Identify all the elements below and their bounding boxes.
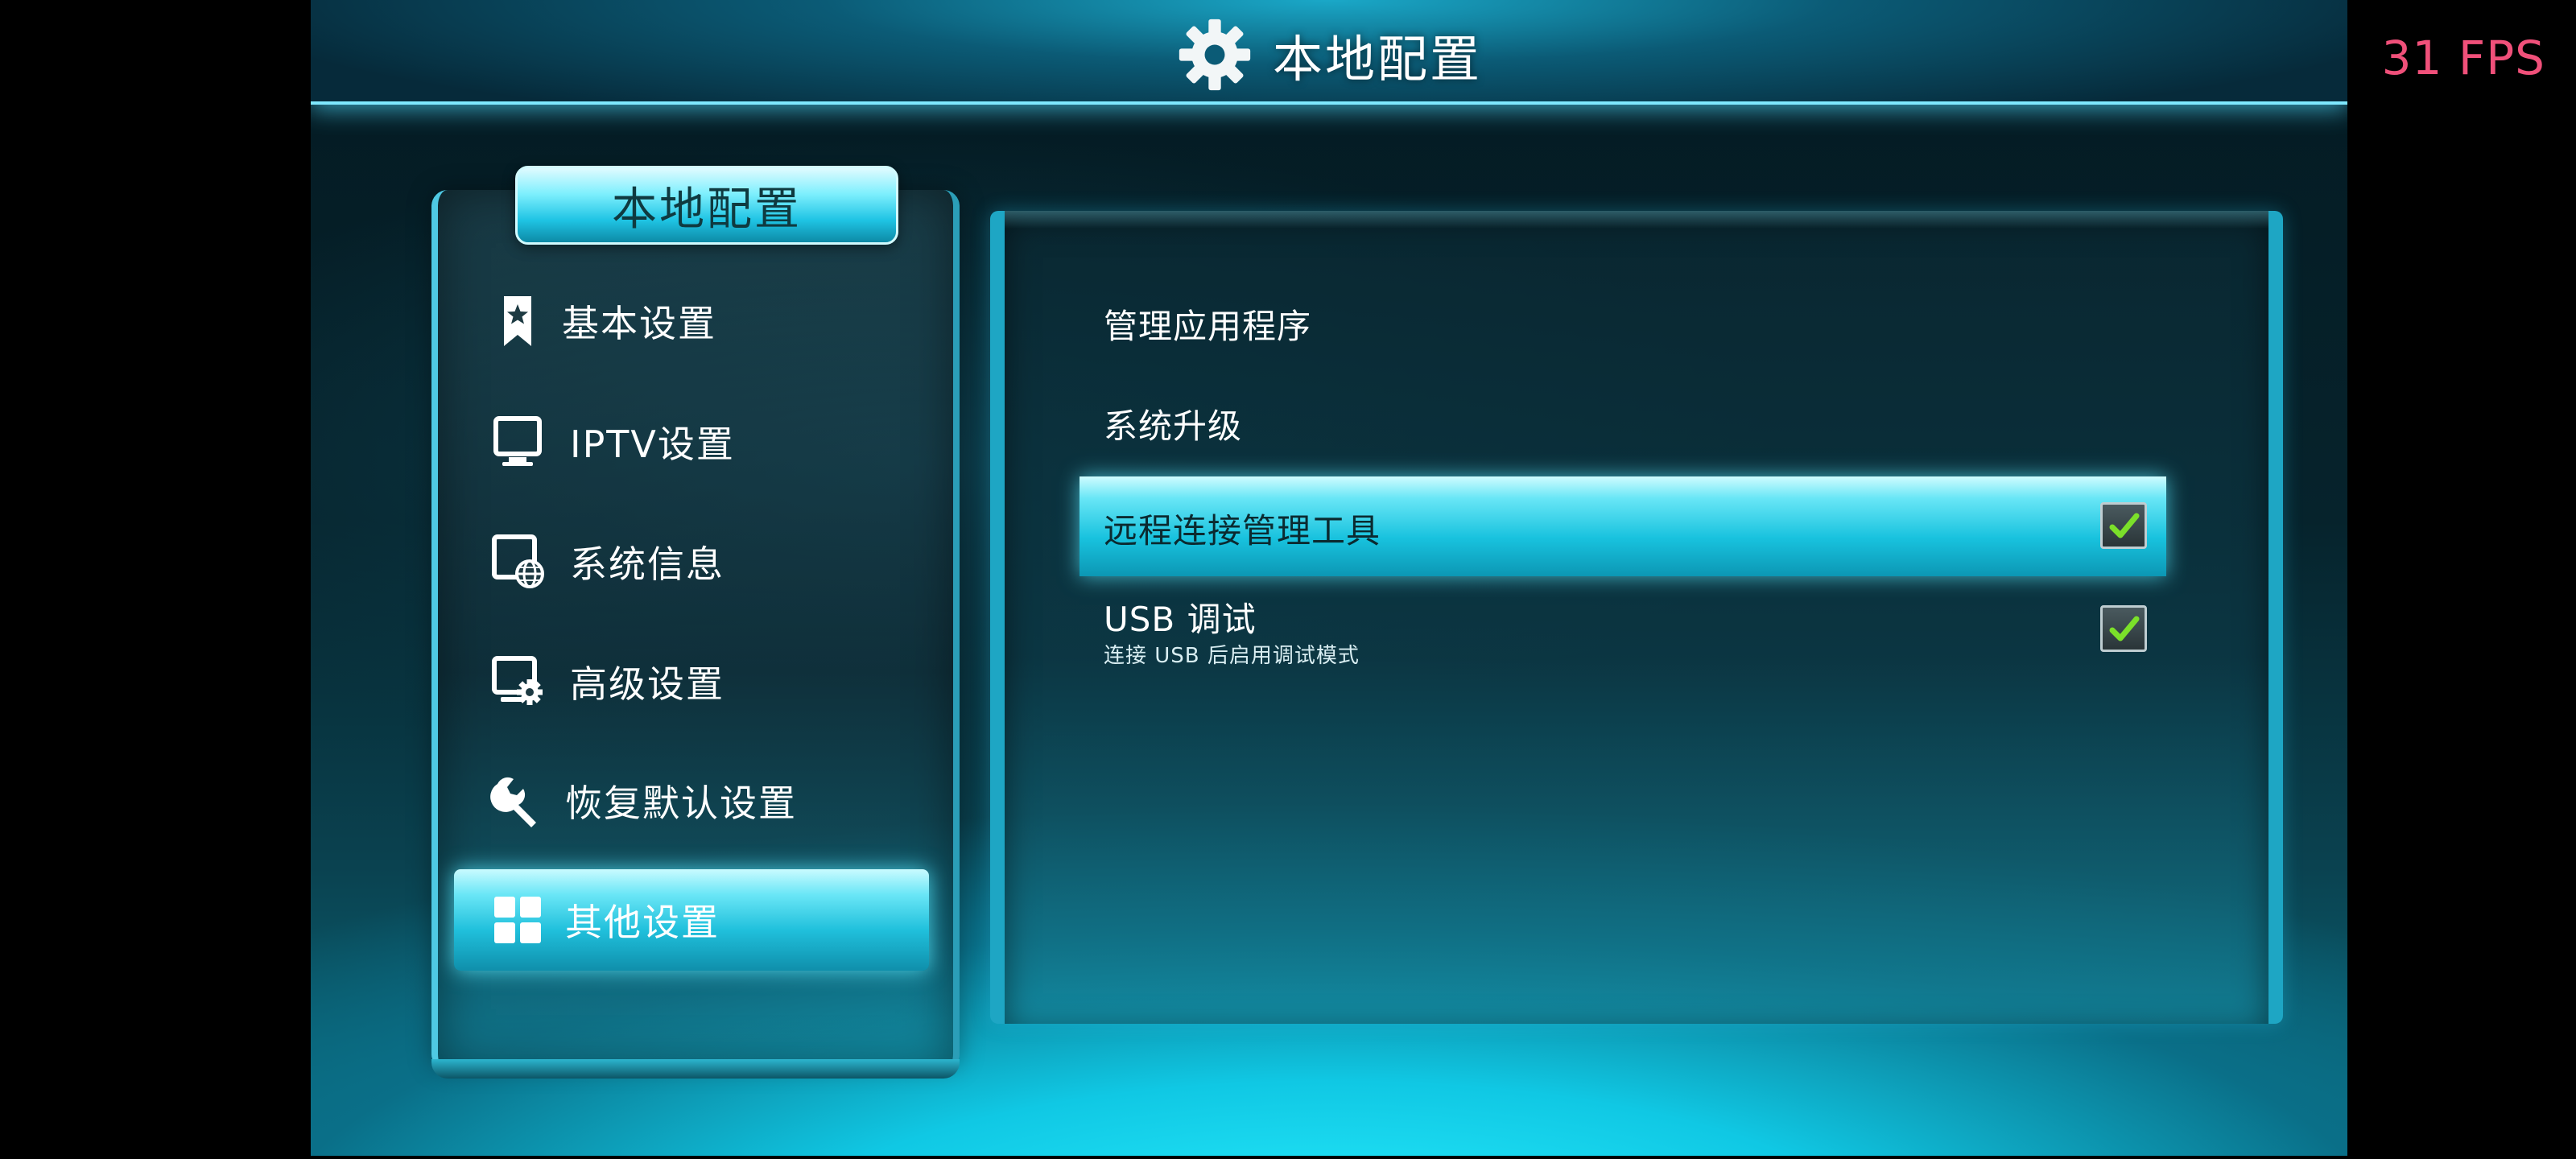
tv-settings-screen: 本地配置 本地配置 基本设置 IPTV设置 系统信息 高级设置 恢复默认设置 其… xyxy=(311,0,2347,1156)
option-remote-connection-tool[interactable]: 远程连接管理工具 xyxy=(1080,476,2166,576)
gear-icon xyxy=(1179,19,1251,91)
option-label: 管理应用程序 xyxy=(1104,307,1312,346)
sidebar-item-label: 恢复默认设置 xyxy=(565,782,797,825)
checkmark-icon xyxy=(2109,513,2140,538)
wrench-icon xyxy=(490,777,536,827)
usb-debugging-checkbox[interactable] xyxy=(2100,605,2147,652)
sidebar-title: 本地配置 xyxy=(612,183,802,236)
sidebar-item-label: 高级设置 xyxy=(570,662,724,706)
option-label: 远程连接管理工具 xyxy=(1104,511,1381,551)
sidebar-item-system-info[interactable]: 系统信息 xyxy=(449,511,932,612)
header-bar: 本地配置 xyxy=(311,0,2347,105)
sidebar-title-tab: 本地配置 xyxy=(515,166,898,245)
sidebar-item-restore-defaults[interactable]: 恢复默认设置 xyxy=(449,750,932,852)
remote-tool-checkbox[interactable] xyxy=(2100,502,2147,549)
option-usb-debugging[interactable]: USB 调试 连接 USB 后启用调试模式 xyxy=(1080,578,2166,678)
sidebar-item-advanced-settings[interactable]: 高级设置 xyxy=(449,631,932,732)
option-manage-apps[interactable]: 管理应用程序 xyxy=(1080,272,2166,372)
option-label: USB 调试 xyxy=(1104,600,1257,639)
monitor-icon xyxy=(493,416,542,466)
sidebar-item-basic-settings[interactable]: 基本设置 xyxy=(449,270,932,372)
sidebar-item-other-settings[interactable]: 其他设置 xyxy=(454,869,929,971)
globe-window-icon xyxy=(492,534,544,588)
sidebar-item-label: 其他设置 xyxy=(565,901,720,944)
option-sublabel: 连接 USB 后启用调试模式 xyxy=(1104,644,1360,668)
page-title: 本地配置 xyxy=(1272,30,1482,89)
bookmark-star-icon xyxy=(504,296,531,346)
option-system-upgrade[interactable]: 系统升级 xyxy=(1080,372,2166,472)
option-label: 系统升级 xyxy=(1104,406,1243,446)
sidebar-item-label: 系统信息 xyxy=(570,542,724,586)
checkmark-icon xyxy=(2109,616,2140,641)
sidebar-item-label: IPTV设置 xyxy=(570,423,735,466)
fps-counter: 31 FPS xyxy=(2381,31,2545,85)
grid-icon xyxy=(494,897,541,943)
sidebar-item-iptv-settings[interactable]: IPTV设置 xyxy=(449,391,932,493)
sidebar-item-label: 基本设置 xyxy=(562,302,716,345)
monitor-gear-icon xyxy=(492,656,543,705)
